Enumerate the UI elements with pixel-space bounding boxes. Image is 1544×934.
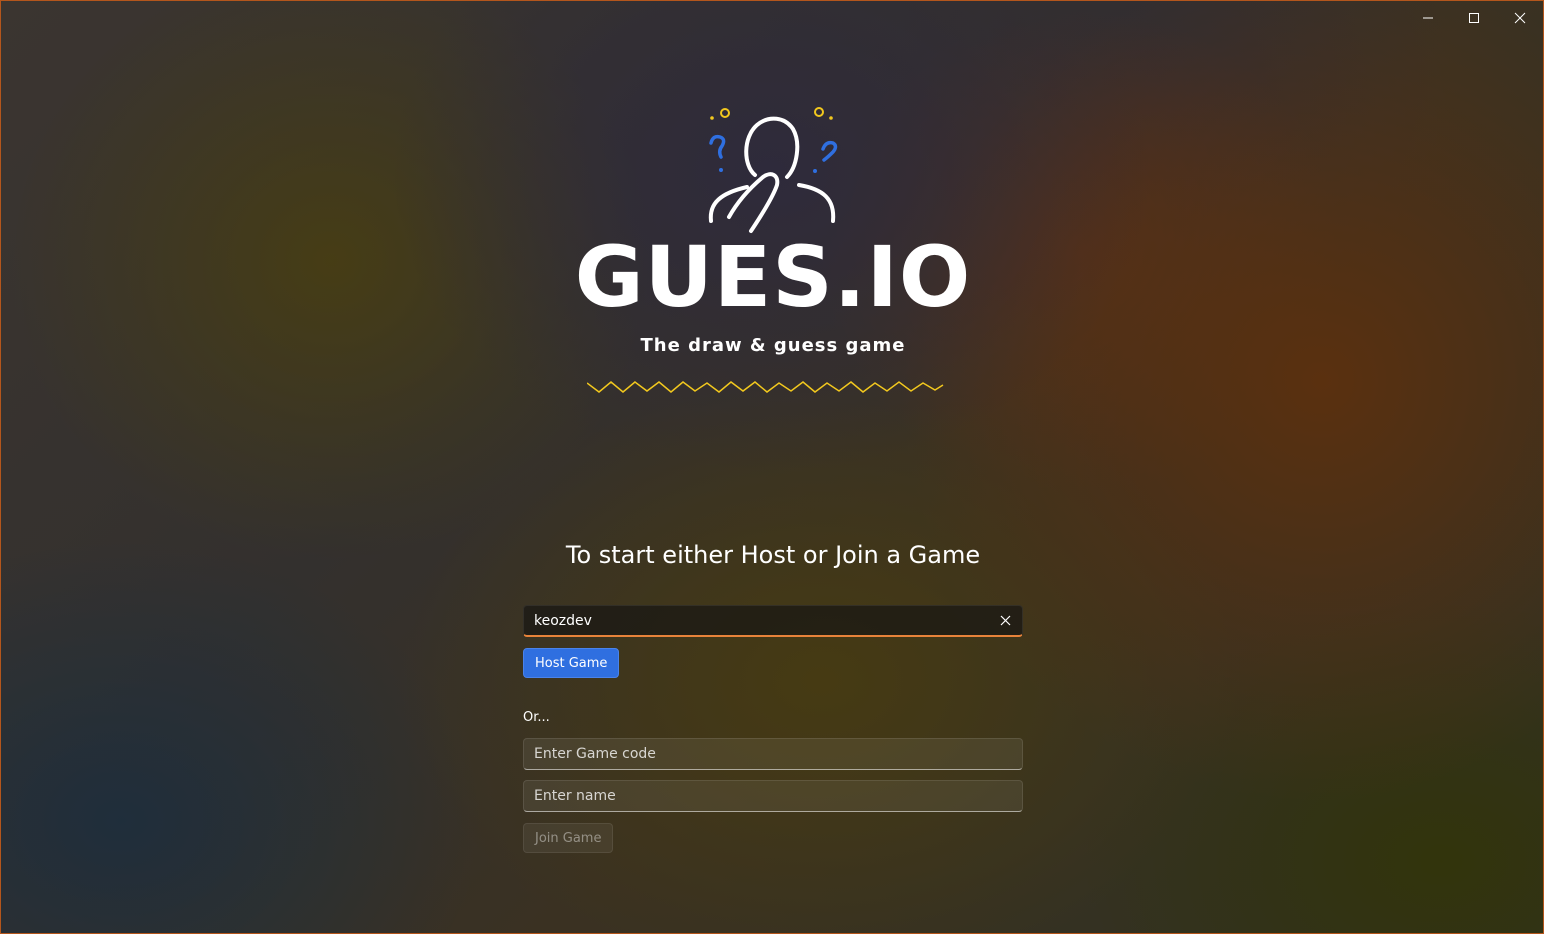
host-name-input[interactable] [524, 606, 988, 635]
maximize-icon [1469, 13, 1479, 23]
close-icon [1000, 615, 1010, 626]
game-code-field[interactable] [523, 738, 1023, 770]
join-name-input[interactable] [524, 781, 1022, 811]
app-title: GUES.IO [574, 228, 972, 326]
zigzag-divider [587, 381, 944, 393]
logo: GUES.IO The draw & guess game [573, 101, 973, 411]
close-button[interactable] [1497, 1, 1543, 35]
thinking-person-icon [708, 107, 838, 233]
minimize-button[interactable] [1405, 1, 1451, 35]
close-icon [1514, 12, 1526, 24]
join-name-field[interactable] [523, 780, 1023, 812]
host-game-button[interactable]: Host Game [523, 648, 620, 678]
app-tagline: The draw & guess game [640, 335, 906, 356]
app-window: GUES.IO The draw & guess game To start e… [0, 0, 1544, 934]
page-heading: To start either Host or Join a Game [565, 541, 981, 569]
clear-button[interactable] [988, 607, 1022, 635]
or-label: Or... [523, 710, 550, 725]
title-bar-controls [1405, 1, 1543, 35]
maximize-button[interactable] [1451, 1, 1497, 35]
game-code-input[interactable] [524, 739, 1022, 769]
minimize-icon [1423, 17, 1433, 19]
host-name-field[interactable] [523, 605, 1023, 637]
join-game-button[interactable]: Join Game [523, 823, 614, 853]
